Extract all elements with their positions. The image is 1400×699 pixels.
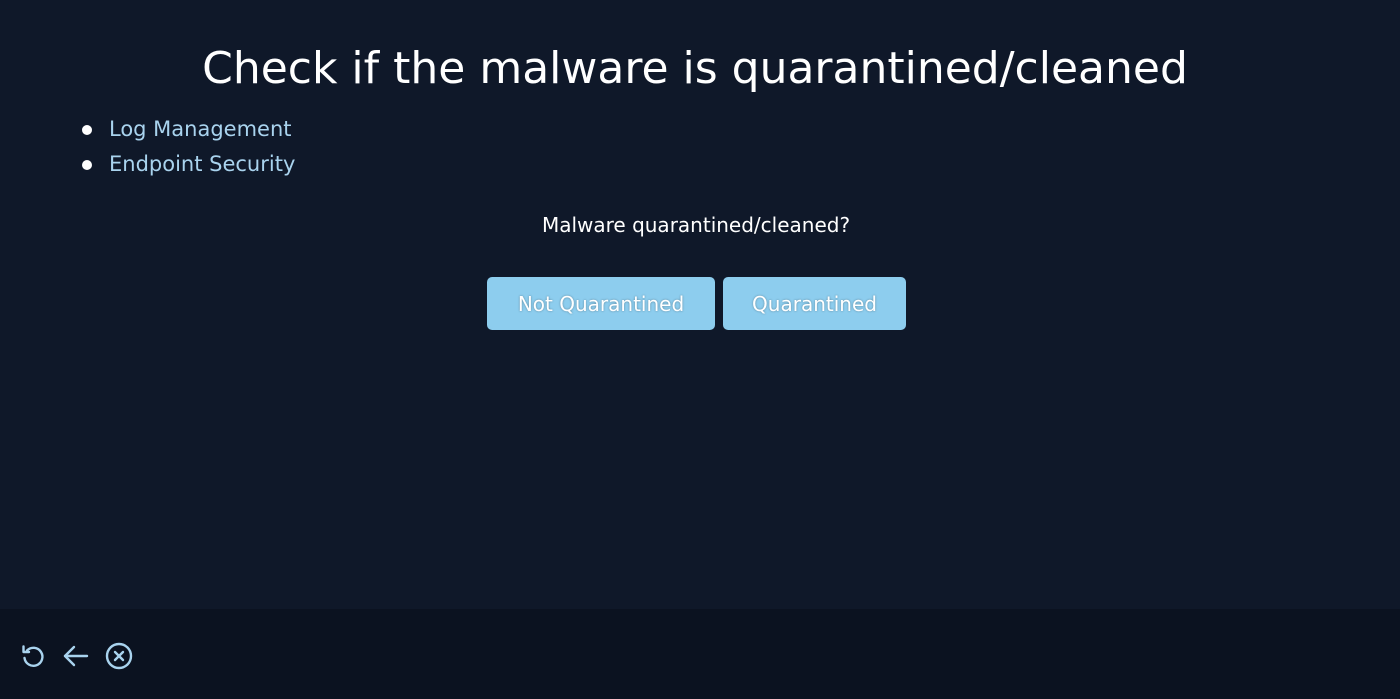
footer-bar bbox=[0, 609, 1400, 699]
close-circle-icon[interactable] bbox=[104, 641, 134, 671]
list-item: Log Management bbox=[80, 112, 295, 147]
question-prompt: Malware quarantined/cleaned? bbox=[541, 213, 851, 237]
footer-controls bbox=[18, 641, 134, 671]
answer-button-group: Not Quarantined Quarantined bbox=[487, 277, 906, 330]
page-title: Check if the malware is quarantined/clea… bbox=[202, 43, 1188, 94]
bullet-icon bbox=[82, 125, 92, 135]
resource-link-list: Log Management Endpoint Security bbox=[80, 112, 295, 182]
list-item: Endpoint Security bbox=[80, 147, 295, 182]
page: Check if the malware is quarantined/clea… bbox=[0, 0, 1400, 699]
endpoint-security-link[interactable]: Endpoint Security bbox=[109, 152, 295, 176]
restart-icon[interactable] bbox=[18, 641, 48, 671]
not-quarantined-button[interactable]: Not Quarantined bbox=[487, 277, 715, 330]
quarantined-button[interactable]: Quarantined bbox=[723, 277, 906, 330]
log-management-link[interactable]: Log Management bbox=[109, 117, 292, 141]
main-content: Check if the malware is quarantined/clea… bbox=[0, 0, 1400, 609]
back-arrow-icon[interactable] bbox=[61, 641, 91, 671]
bullet-icon bbox=[82, 160, 92, 170]
